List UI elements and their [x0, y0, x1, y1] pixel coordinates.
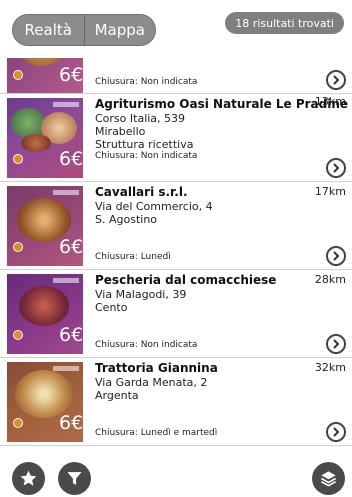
item-address: Corso Italia, 539 — [95, 112, 186, 125]
item-closing: Chiusura: Non indicata — [95, 151, 198, 161]
top-bar: Realtà Mappa 18 risultati trovati — [0, 0, 352, 58]
item-type: Struttura ricettiva — [95, 138, 194, 151]
price-label: 6€ — [59, 64, 83, 86]
item-name: Agriturismo Oasi Naturale Le Pradine — [95, 97, 349, 111]
layers-button[interactable] — [312, 462, 345, 495]
item-distance: 13km — [314, 95, 346, 108]
list-item[interactable]: 6€ Struttura ricettiva Chiusura: Non ind… — [0, 58, 352, 94]
item-city: Argenta — [95, 389, 139, 402]
price-label: 6€ — [59, 148, 83, 170]
item-thumbnail: 6€ — [7, 186, 83, 266]
badge-icon — [13, 70, 23, 80]
list-item[interactable]: 6€ Pescheria dal comacchiese Via Malagod… — [0, 270, 352, 358]
badge-icon — [13, 154, 23, 164]
item-closing: Chiusura: Non indicata — [95, 340, 198, 350]
item-name: Cavallari s.r.l. — [95, 185, 188, 199]
item-city: Mirabello — [95, 125, 146, 138]
favorites-button[interactable] — [12, 462, 45, 495]
item-address: Via Garda Menata, 2 — [95, 376, 208, 389]
view-toggle: Realtà Mappa — [12, 14, 156, 46]
item-distance: 17km — [314, 185, 346, 198]
item-address: Via del Commercio, 4 — [95, 200, 213, 213]
chevron-right-icon[interactable] — [326, 158, 346, 178]
item-thumbnail: 6€ — [7, 58, 83, 93]
bottom-toolbar — [0, 458, 352, 497]
item-city: Cento — [95, 301, 128, 314]
tab-mappa[interactable]: Mappa — [83, 15, 156, 45]
badge-icon — [13, 242, 23, 252]
item-closing: Chiusura: Lunedì e martedì — [95, 428, 218, 438]
item-name: Trattoria Giannina — [95, 361, 218, 375]
item-thumbnail: 6€ — [7, 98, 83, 178]
item-closing: Chiusura: Lunedì — [95, 252, 171, 262]
item-city: S. Agostino — [95, 213, 158, 226]
chevron-right-icon[interactable] — [326, 246, 346, 266]
price-label: 6€ — [59, 412, 83, 434]
chevron-right-icon[interactable] — [326, 422, 346, 442]
price-label: 6€ — [59, 324, 83, 346]
item-distance: 28km — [314, 273, 346, 286]
tab-realta[interactable]: Realtà — [13, 15, 84, 45]
badge-icon — [13, 330, 23, 340]
item-distance: 32km — [314, 361, 346, 374]
item-thumbnail: 6€ — [7, 274, 83, 354]
chevron-right-icon[interactable] — [326, 70, 346, 90]
item-address: Via Malagodi, 39 — [95, 288, 187, 301]
list-item[interactable]: 6€ Cavallari s.r.l. Via del Commercio, 4… — [0, 182, 352, 270]
item-name: Pescheria dal comacchiese — [95, 273, 277, 287]
badge-icon — [13, 418, 23, 428]
item-type: Struttura ricettiva — [95, 58, 345, 61]
item-thumbnail: 6€ — [7, 362, 83, 442]
list-item[interactable]: 6€ Agriturismo Oasi Naturale Le Pradine … — [0, 94, 352, 182]
star-icon — [20, 470, 37, 486]
list-item[interactable]: 6€ Trattoria Giannina Via Garda Menata, … — [0, 358, 352, 446]
price-label: 6€ — [59, 236, 83, 258]
chevron-right-icon[interactable] — [326, 334, 346, 354]
results-count-badge: 18 risultati trovati — [225, 12, 344, 34]
item-closing: Chiusura: Non indicata — [95, 77, 198, 87]
layers-icon — [320, 471, 337, 487]
results-list[interactable]: 6€ Struttura ricettiva Chiusura: Non ind… — [0, 58, 352, 458]
filter-button[interactable] — [58, 462, 91, 495]
filter-icon — [67, 472, 82, 485]
